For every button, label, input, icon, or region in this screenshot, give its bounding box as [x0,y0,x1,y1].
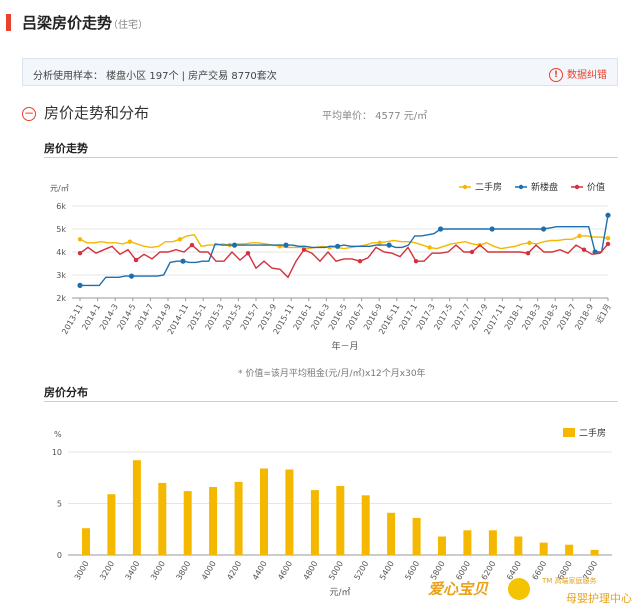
trend-data-point [605,236,611,241]
dist-y-tick-label: 0 [57,551,62,560]
trend-data-point [301,247,307,252]
trend-data-point [357,259,363,264]
dist-bar [387,512,396,555]
dist-bar [412,517,421,555]
dist-x-tick-label: 4400 [251,560,269,582]
dist-y-tick-label: 5 [57,500,62,509]
dist-bar [514,536,523,555]
dist-x-tick-label: 4200 [225,560,243,582]
dist-x-tick-label: 5000 [327,560,345,582]
trend-x-tick-label: 2013-11 [60,303,85,336]
dist-x-tick-label: 4800 [302,560,320,582]
dist-bar [310,490,319,555]
dist-bar [463,530,472,555]
trend-legend-label: 新楼盘 [531,181,558,193]
dist-y-axis-label: % [54,430,62,439]
watermark-logo [508,578,530,600]
charts-svg: 2k3k4k5k6k元/㎡2013-112014-12014-32014-520… [50,181,613,598]
dist-bar [336,486,345,555]
trend-y-tick-label: 2k [56,294,66,303]
trend-legend-label: 二手房 [475,181,502,193]
trend-data-point [527,240,532,245]
trend-data-point [489,226,495,232]
dist-bar [183,491,192,555]
trend-y-tick-label: 4k [56,248,66,257]
trend-data-point [577,233,582,239]
dist-legend-label: 二手房 [579,427,606,439]
trend-data-point [77,282,83,288]
trend-data-point [133,257,139,263]
dist-bar [438,536,446,555]
trend-data-point [231,242,238,248]
dist-bar [488,530,497,555]
trend-data-point [245,251,251,256]
trend-data-point [128,273,135,279]
dist-x-tick-label: 3800 [174,560,192,582]
dist-bar [132,460,141,555]
trend-data-point [283,242,289,248]
trend-x-tick-label: 近1月 [594,302,613,325]
trend-data-point [605,212,611,218]
trend-data-point [377,240,382,245]
dist-x-tick-label: 3000 [73,560,91,582]
dist-bar [285,469,294,555]
trend-data-point [413,259,419,264]
dist-bar [260,468,268,555]
trend-data-point [427,245,432,250]
dist-bar [590,549,599,555]
trend-y-tick-label: 6k [56,202,66,211]
dist-bar [361,495,370,555]
dist-x-tick-label: 3200 [98,560,116,582]
trend-data-point [177,237,183,242]
dist-bar [158,482,167,555]
trend-data-point [525,251,531,256]
dist-x-tick-label: 4600 [276,560,294,582]
dist-bar [539,542,548,555]
trend-data-point [605,241,611,247]
trend-data-point [581,247,587,252]
dist-x-tick-label: 5400 [378,560,396,582]
trend-data-point [438,226,444,232]
trend-y-tick-label: 5k [56,225,66,234]
watermark-brand: 爱心宝贝 [428,580,489,598]
trend-legend-label: 价值 [587,181,605,193]
watermark-tag: 母婴护理中心 [566,592,632,605]
dist-x-tick-label: 3600 [149,560,167,582]
trend-y-tick-label: 3k [56,271,66,280]
trend-legend-marker [574,184,580,190]
dist-bar [82,528,90,555]
dist-bar [565,544,574,555]
watermark-tm: TM 高端家庭服务 [542,577,597,585]
trend-data-point [180,258,186,264]
dist-bar [209,487,218,555]
trend-data-point [77,251,83,256]
trend-legend-marker [518,184,524,190]
dist-legend-swatch [563,428,575,437]
trend-data-point [127,239,133,244]
trend-y-axis-label: 元/㎡ [50,184,69,193]
dist-bar [234,481,243,555]
dist-y-tick-label: 10 [52,448,62,457]
trend-data-point [541,226,547,232]
trend-x-axis-label: 年－月 [331,340,358,352]
trend-data-point [469,249,475,255]
trend-data-point [189,242,195,248]
dist-x-tick-label: 4000 [200,560,218,582]
dist-x-axis-label: 元/㎡ [329,587,350,598]
trend-data-point [77,237,83,242]
trend-data-point [386,242,392,248]
dist-x-tick-label: 5200 [352,560,370,582]
dist-bar [107,494,116,555]
dist-x-tick-label: 3400 [124,560,142,582]
trend-data-point [335,243,341,249]
trend-legend-marker [462,184,468,190]
dist-x-tick-label: 5600 [403,560,421,582]
